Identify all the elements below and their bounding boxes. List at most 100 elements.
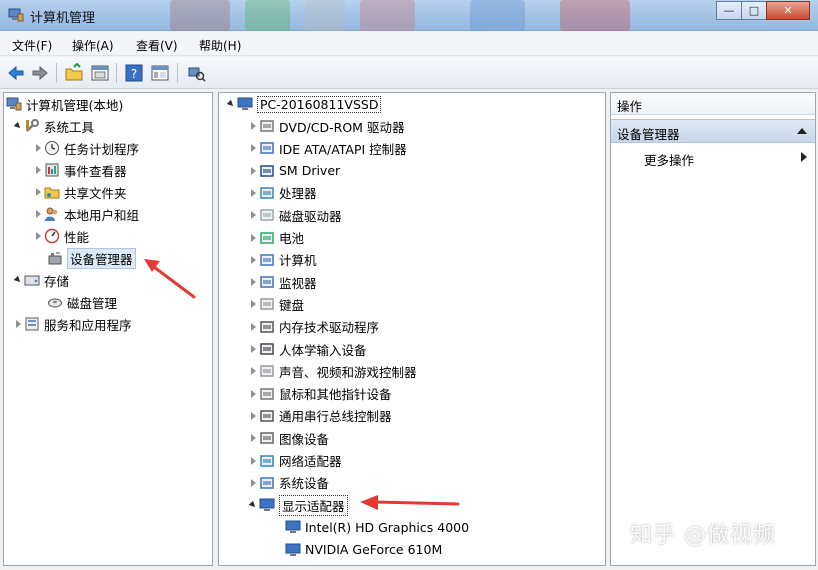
- tree-item-computer-management[interactable]: 计算机管理(本地): [6, 94, 123, 114]
- window-title: 计算机管理: [30, 11, 96, 26]
- collapsed-arrow-icon[interactable]: [249, 142, 259, 154]
- menu-file[interactable]: 文件(F): [12, 37, 52, 54]
- device-category[interactable]: 磁盘驱动器: [249, 205, 342, 225]
- device-category-label: 处理器: [279, 186, 317, 202]
- properties-icon[interactable]: [90, 63, 110, 83]
- up-folder-icon[interactable]: [64, 63, 84, 83]
- menu-help[interactable]: 帮助(H): [199, 37, 241, 54]
- collapsed-arrow-icon[interactable]: [249, 410, 259, 422]
- actions-section-label: 设备管理器: [617, 127, 680, 142]
- tree-label: 系统工具: [44, 119, 95, 135]
- device-category-label: 网络适配器: [279, 454, 342, 469]
- tree-item-services-applications[interactable]: 服务和应用程序: [14, 314, 132, 334]
- collapsed-arrow-icon[interactable]: [34, 164, 44, 176]
- collapsed-arrow-icon[interactable]: [249, 120, 259, 132]
- expanded-arrow-icon[interactable]: [227, 98, 237, 110]
- actions-section-device-manager[interactable]: 设备管理器: [611, 119, 815, 143]
- collapsed-arrow-icon[interactable]: [34, 208, 44, 220]
- imaging-icon: [260, 432, 274, 444]
- back-icon[interactable]: [6, 63, 26, 83]
- toolbar: ?: [0, 57, 818, 89]
- toolbar-separator: [177, 63, 178, 83]
- device-category[interactable]: 鼠标和其他指针设备: [249, 384, 392, 404]
- collapsed-arrow-icon[interactable]: [249, 432, 259, 444]
- tree-item-disk-management[interactable]: 磁盘管理: [47, 292, 117, 312]
- menu-action[interactable]: 操作(A): [72, 37, 114, 54]
- device-category[interactable]: DVD/CD-ROM 驱动器: [249, 116, 404, 136]
- device-category[interactable]: 监视器: [249, 272, 317, 292]
- device-category[interactable]: IDE ATA/ATAPI 控制器: [249, 138, 407, 158]
- device-category[interactable]: 计算机: [249, 250, 317, 270]
- maximize-button[interactable]: □: [741, 1, 767, 20]
- help-icon[interactable]: ?: [124, 63, 144, 83]
- device-category[interactable]: SM Driver: [249, 161, 340, 181]
- device-category[interactable]: 网络适配器: [249, 451, 342, 471]
- tree-item-event-viewer[interactable]: 事件查看器: [34, 160, 127, 180]
- expanded-arrow-icon[interactable]: [14, 120, 24, 132]
- collapsed-arrow-icon[interactable]: [34, 230, 44, 242]
- title-bar[interactable]: 计算机管理 — □ ✕: [0, 0, 818, 31]
- close-button[interactable]: ✕: [766, 1, 810, 20]
- display-adapter-device[interactable]: Intel(R) HD Graphics 4000: [285, 517, 469, 537]
- collapsed-arrow-icon[interactable]: [249, 321, 259, 333]
- device-category-label: 计算机: [279, 253, 317, 269]
- collapsed-arrow-icon[interactable]: [249, 187, 259, 199]
- collapsed-arrow-icon[interactable]: [249, 276, 259, 288]
- collapsed-arrow-icon[interactable]: [249, 365, 259, 377]
- collapsed-arrow-icon[interactable]: [34, 186, 44, 198]
- device-category-display-adapters[interactable]: 显示适配器: [249, 494, 348, 516]
- tree-item-storage[interactable]: 存储: [14, 270, 69, 290]
- device-tree-root[interactable]: PC-20160811VSSD: [227, 94, 382, 114]
- display-adapter-device[interactable]: NVIDIA GeForce 610M: [285, 540, 442, 560]
- annotation-arrow-display-adapters: [360, 495, 460, 510]
- collapsed-arrow-icon[interactable]: [249, 298, 259, 310]
- expanded-arrow-icon[interactable]: [249, 499, 259, 511]
- network-icon: [260, 454, 274, 467]
- device-category[interactable]: 声音、视频和游戏控制器: [249, 361, 417, 381]
- device-category[interactable]: 内存技术驱动程序: [249, 317, 379, 337]
- collapsed-arrow-icon[interactable]: [34, 142, 44, 154]
- performance-icon: [44, 228, 60, 244]
- collapsed-arrow-icon[interactable]: [249, 455, 259, 467]
- scan-hardware-icon[interactable]: [186, 63, 206, 83]
- display-adapter-icon: [285, 543, 301, 556]
- system-device-icon: [260, 477, 274, 489]
- device-category[interactable]: 电池: [249, 228, 304, 248]
- device-category[interactable]: 通用串行总线控制器: [249, 406, 392, 426]
- menu-view[interactable]: 查看(V): [136, 37, 178, 54]
- device-category-label: SM Driver: [279, 163, 341, 179]
- collapsed-arrow-icon[interactable]: [249, 209, 259, 221]
- tree-item-task-scheduler[interactable]: 任务计划程序: [34, 138, 139, 158]
- device-category[interactable]: 系统设备: [249, 473, 329, 493]
- device-category[interactable]: 人体学输入设备: [249, 339, 367, 359]
- tree-item-device-manager[interactable]: 设备管理器: [47, 247, 136, 269]
- expanded-arrow-icon[interactable]: [14, 274, 24, 286]
- device-manager-icon: [48, 252, 62, 265]
- collapsed-arrow-icon[interactable]: [249, 254, 259, 266]
- collapsed-arrow-icon[interactable]: [249, 165, 259, 177]
- tree-item-performance[interactable]: 性能: [34, 226, 89, 246]
- device-category-label: 声音、视频和游戏控制器: [279, 364, 417, 380]
- show-hide-icon[interactable]: [150, 63, 170, 83]
- minimize-button[interactable]: —: [716, 1, 742, 20]
- device-category[interactable]: 键盘: [249, 294, 304, 314]
- collapsed-arrow-icon[interactable]: [249, 343, 259, 355]
- device-category[interactable]: 图像设备: [249, 428, 329, 448]
- submenu-arrow-icon[interactable]: [801, 152, 807, 162]
- more-actions-link[interactable]: 更多操作: [644, 150, 694, 169]
- collapsed-arrow-icon[interactable]: [249, 477, 259, 489]
- forward-icon[interactable]: [30, 63, 50, 83]
- storage-icon: [24, 275, 40, 286]
- collapsed-arrow-icon[interactable]: [249, 388, 259, 400]
- tree-item-system-tools[interactable]: 系统工具: [14, 116, 94, 136]
- tree-item-shared-folders[interactable]: 共享文件夹: [34, 182, 127, 202]
- tree-label: 任务计划程序: [64, 141, 140, 157]
- computer-icon: [237, 97, 253, 110]
- collapsed-arrow-icon[interactable]: [249, 232, 259, 244]
- collapse-arrow-icon[interactable]: [797, 128, 807, 134]
- tree-item-local-users-groups[interactable]: 本地用户和组: [34, 204, 139, 224]
- tree-label: 服务和应用程序: [44, 317, 132, 333]
- computer-name: PC-20160811VSSD: [257, 95, 382, 113]
- collapsed-arrow-icon[interactable]: [14, 318, 24, 330]
- device-category[interactable]: 处理器: [249, 183, 317, 203]
